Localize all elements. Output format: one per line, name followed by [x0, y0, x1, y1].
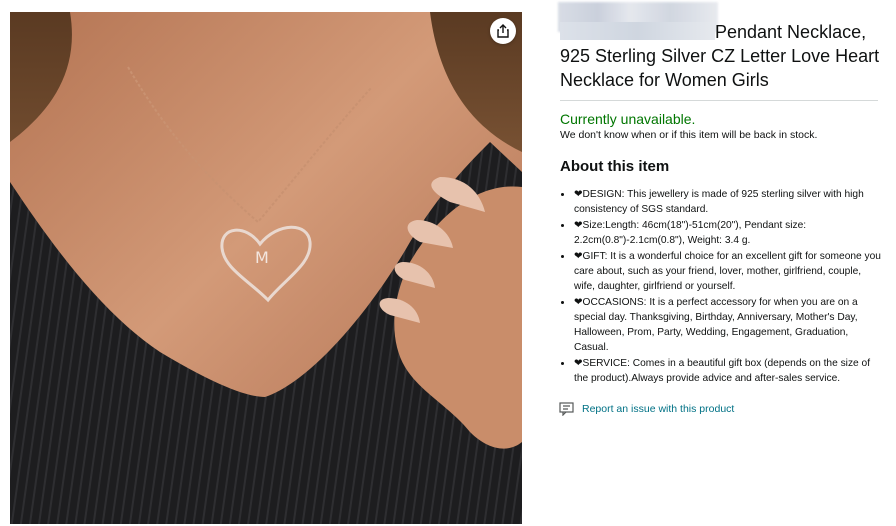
availability-note: We don't know when or if this item will …	[560, 129, 818, 141]
about-heading: About this item	[560, 158, 670, 175]
report-issue-label[interactable]: Report an issue with this product	[582, 403, 734, 415]
report-issue-icon	[559, 402, 574, 416]
share-icon	[497, 24, 509, 38]
feature-bullet: ❤SERVICE: Comes in a beautiful gift box …	[573, 356, 882, 386]
feature-bullet: ❤DESIGN: This jewellery is made of 925 s…	[573, 187, 882, 217]
pendant-letter: M	[255, 248, 269, 267]
feature-bullet: ❤GIFT: It is a wonderful choice for an e…	[573, 249, 882, 294]
report-issue-link[interactable]: Report an issue with this product	[559, 402, 882, 416]
product-image-panel[interactable]: M	[10, 12, 522, 524]
title-block: Pendant Necklace, 925 Sterling Silver CZ…	[558, 2, 882, 92]
product-details: Pendant Necklace, 925 Sterling Silver CZ…	[558, 0, 882, 416]
share-button[interactable]	[490, 18, 516, 44]
feature-bullets: ❤DESIGN: This jewellery is made of 925 s…	[560, 187, 882, 386]
divider	[560, 100, 878, 101]
feature-bullet: ❤Size:Length: 46cm(18")-51cm(20"), Penda…	[573, 218, 882, 248]
feature-bullet: ❤OCCASIONS: It is a perfect accessory fo…	[573, 295, 882, 355]
title-redaction	[560, 22, 715, 40]
product-photo[interactable]: M	[10, 12, 522, 524]
product-title: Pendant Necklace, 925 Sterling Silver CZ…	[560, 20, 882, 92]
availability-status: Currently unavailable.	[560, 111, 696, 127]
